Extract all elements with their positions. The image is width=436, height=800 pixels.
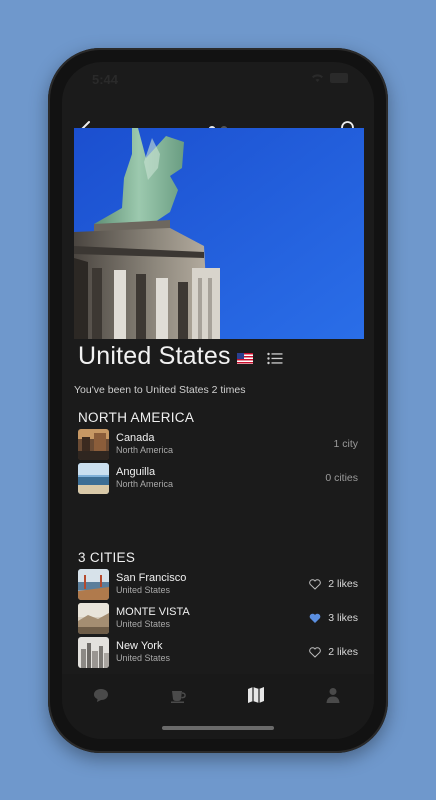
city-name: San Francisco <box>116 572 187 584</box>
city-item-san-francisco[interactable]: San Francisco United States 2 likes <box>78 568 358 600</box>
monte-vista-thumbnail <box>78 602 109 634</box>
home-indicator[interactable] <box>162 726 274 730</box>
phone-frame: 5:44 United States You've been to United… <box>48 48 388 753</box>
city-name: MONTE VISTA <box>116 606 190 618</box>
country-title: United States <box>78 342 231 370</box>
region-item-subtitle: North America <box>116 479 174 489</box>
status-bar: 5:44 <box>62 62 374 98</box>
like-count: 3 likes <box>328 612 358 624</box>
like-count: 2 likes <box>328 646 358 658</box>
city-count: 1 city <box>333 438 358 450</box>
tab-bar <box>62 674 374 739</box>
heart-outline-icon[interactable] <box>309 578 322 590</box>
profile-icon[interactable] <box>324 686 342 704</box>
city-country: United States <box>116 619 171 629</box>
cities-section-header: 3 CITIES <box>78 550 136 565</box>
city-count: 0 cities <box>325 472 358 484</box>
new-york-thumbnail <box>78 636 109 668</box>
chat-bubble-icon[interactable] <box>92 686 110 704</box>
list-icon[interactable] <box>266 352 283 365</box>
san-francisco-thumbnail <box>78 568 109 600</box>
city-name: New York <box>116 640 163 652</box>
heart-filled-icon[interactable] <box>309 613 321 624</box>
battery-icon <box>330 73 348 83</box>
region-item-canada[interactable]: Canada North America 1 city <box>78 428 358 460</box>
map-icon[interactable] <box>247 686 265 704</box>
city-item-monte-vista[interactable]: MONTE VISTA United States 3 likes <box>78 602 358 634</box>
visit-count-subtitle: You've been to United States 2 times <box>74 384 246 396</box>
status-time: 5:44 <box>92 72 119 87</box>
region-section-header: NORTH AMERICA <box>78 410 195 425</box>
city-country: United States <box>116 653 171 663</box>
region-item-name: Anguilla <box>116 466 156 478</box>
wifi-icon <box>312 74 323 82</box>
city-item-new-york[interactable]: New York United States 2 likes <box>78 636 358 668</box>
us-flag-icon <box>236 353 253 364</box>
hero-photo-statue-of-liberty <box>74 128 364 339</box>
region-item-subtitle: North America <box>116 445 174 455</box>
anguilla-thumbnail <box>78 462 109 494</box>
city-country: United States <box>116 585 171 595</box>
country-title-row: United States <box>78 342 283 371</box>
heart-outline-icon[interactable] <box>309 646 322 658</box>
coffee-cup-icon[interactable] <box>169 686 187 704</box>
like-count: 2 likes <box>328 578 358 590</box>
region-item-name: Canada <box>116 432 155 444</box>
app-screen: 5:44 United States You've been to United… <box>62 62 374 739</box>
region-item-anguilla[interactable]: Anguilla North America 0 cities <box>78 462 358 494</box>
canada-thumbnail <box>78 428 109 460</box>
